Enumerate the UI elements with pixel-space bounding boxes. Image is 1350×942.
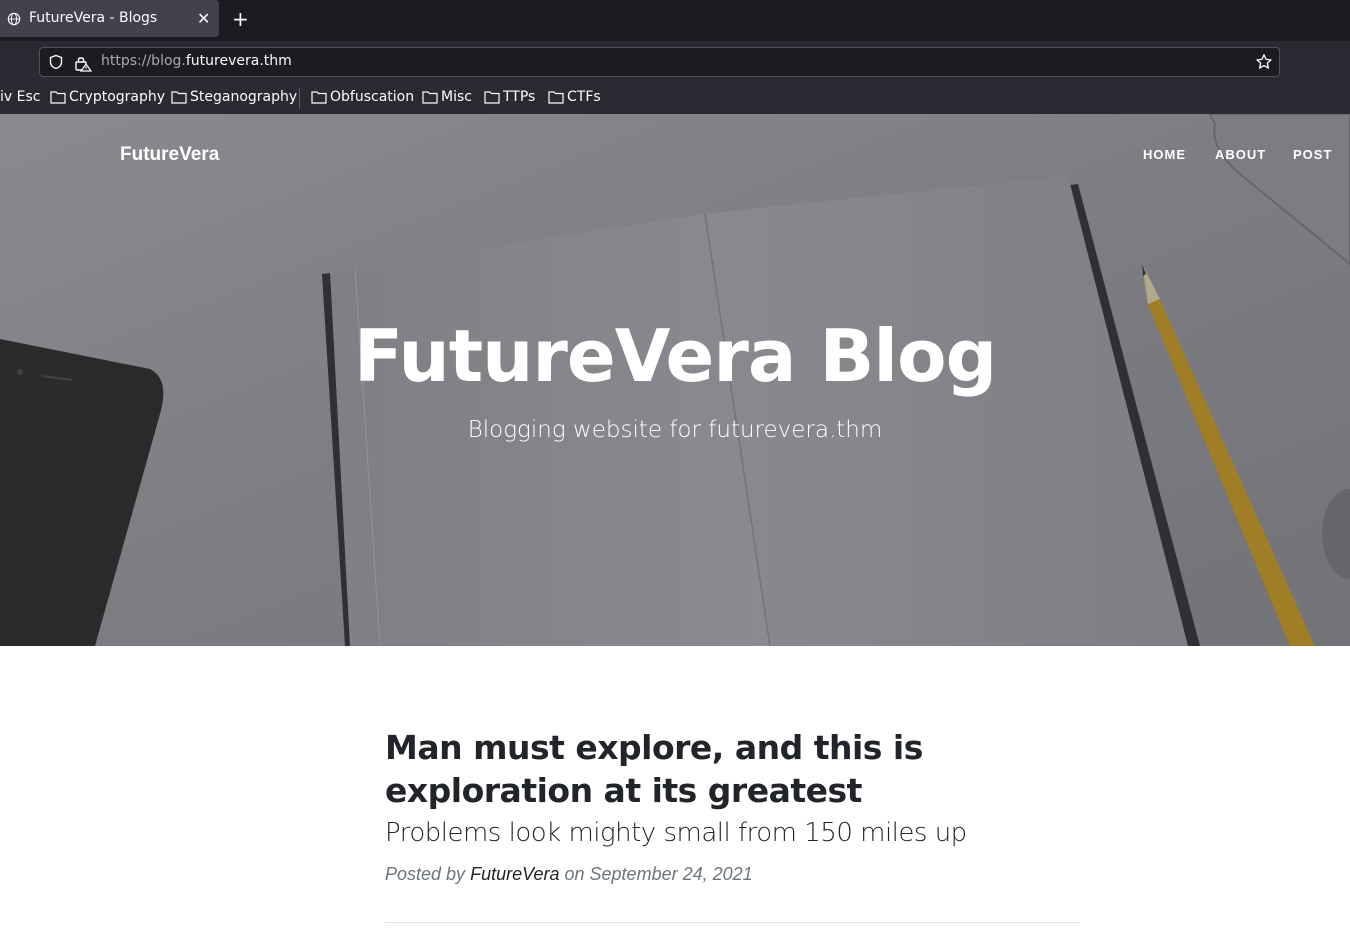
bookmark-ctfs[interactable]: CTFs (548, 89, 601, 105)
bookmark-star-icon[interactable] (1255, 53, 1273, 71)
bookmark-ttps[interactable]: TTPs (484, 89, 535, 105)
hero-title: FutureVera Blog (353, 314, 997, 398)
bookmarks-toolbar: iv Esc Cryptography Steganography Obfusc… (0, 83, 1350, 115)
post-subtitle[interactable]: Problems look mighty small from 150 mile… (385, 818, 1080, 848)
bookmark-label: Obfuscation (330, 89, 415, 105)
url-text[interactable]: https://blog.futurevera.thm (101, 53, 292, 69)
post-date: September 24, 2021 (589, 864, 753, 884)
post-author[interactable]: FutureVera (470, 864, 559, 884)
bookmark-cryptography[interactable]: Cryptography (50, 89, 165, 105)
tab-futurevera[interactable]: FutureVera - Blogs ✕ (0, 0, 219, 37)
post-title[interactable]: Man must explore, and this is exploratio… (385, 726, 1080, 812)
folder-icon (548, 91, 564, 104)
folder-icon (484, 91, 500, 104)
bookmark-label: Steganography (190, 89, 298, 105)
navigation-toolbar: https://blog.futurevera.thm (0, 41, 1350, 83)
nav-post[interactable]: POST (1293, 147, 1332, 162)
hero-subtitle: Blogging website for futurevera.thm (467, 417, 883, 443)
url-domain: futurevera.thm (185, 53, 292, 69)
folder-icon (171, 91, 187, 104)
post-meta: Posted by FutureVera on September 24, 20… (385, 864, 1080, 885)
folder-icon (50, 91, 66, 104)
bookmark-misc[interactable]: Misc (422, 89, 472, 105)
address-bar[interactable]: https://blog.futurevera.thm (39, 47, 1280, 77)
hero-header: FutureVera HOME ABOUT POST FutureVera Bl… (0, 114, 1350, 646)
post-meta-prefix: Posted by (385, 864, 466, 884)
insecure-lock-icon[interactable] (74, 54, 92, 72)
bookmark-label: iv Esc (0, 89, 41, 105)
bookmark-priv-esc[interactable]: iv Esc (0, 89, 40, 105)
bookmark-label: TTPs (503, 89, 536, 105)
bookmark-label: CTFs (567, 89, 601, 105)
globe-icon (7, 12, 21, 26)
post-meta-on: on (564, 864, 585, 884)
tab-title: FutureVera - Blogs (29, 10, 158, 26)
post-divider (385, 922, 1080, 923)
bookmark-label: Misc (441, 89, 472, 105)
bookmark-label: Cryptography (69, 89, 166, 105)
bookmark-separator (299, 88, 300, 109)
close-tab-icon[interactable]: ✕ (197, 9, 210, 28)
nav-about[interactable]: ABOUT (1215, 147, 1266, 162)
post-preview[interactable]: Man must explore, and this is exploratio… (385, 726, 1080, 885)
url-prefix: https://blog. (101, 53, 186, 69)
folder-icon (422, 91, 438, 104)
tab-strip: FutureVera - Blogs ✕ + (0, 0, 1350, 41)
folder-icon (311, 91, 327, 104)
new-tab-button[interactable]: + (232, 7, 249, 31)
bookmark-obfuscation[interactable]: Obfuscation (311, 89, 414, 105)
nav-home[interactable]: HOME (1143, 147, 1186, 162)
shield-icon[interactable] (48, 54, 64, 70)
bookmark-steganography[interactable]: Steganography (171, 89, 297, 105)
site-brand[interactable]: FutureVera (120, 144, 219, 166)
